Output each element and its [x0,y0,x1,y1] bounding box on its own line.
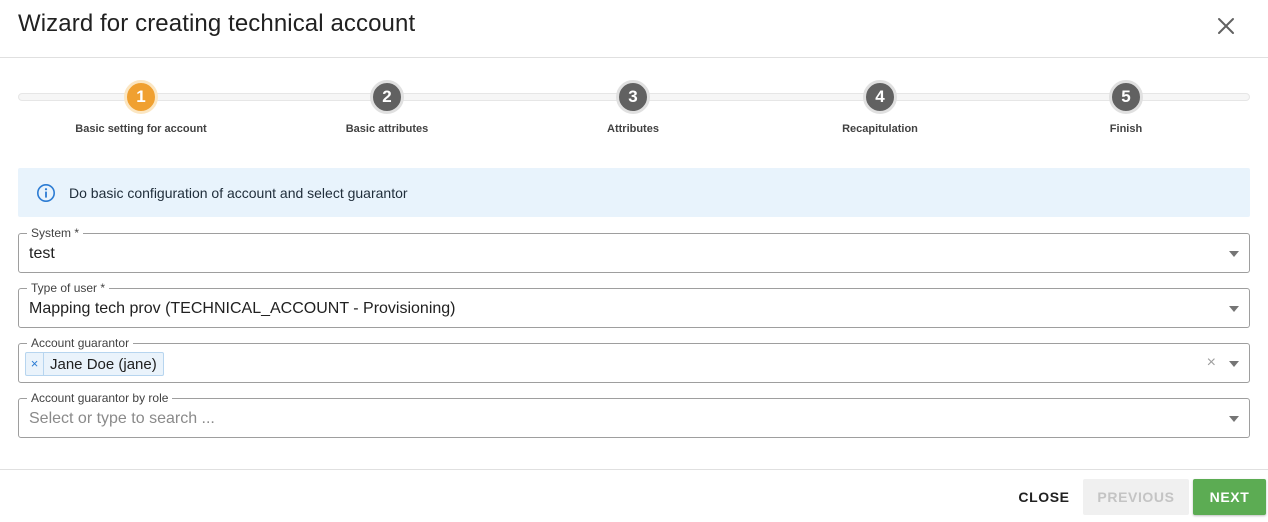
previous-button: PREVIOUS [1083,479,1189,515]
guarantor-chip: × Jane Doe (jane) [25,352,164,376]
dialog-header: Wizard for creating technical account [0,0,1268,58]
system-label: System * [27,226,84,240]
chip-label: Jane Doe (jane) [50,355,157,373]
dialog-title: Wizard for creating technical account [18,10,416,37]
chevron-down-icon[interactable] [1229,251,1239,257]
close-icon[interactable] [1212,12,1240,40]
close-button[interactable]: CLOSE [1012,479,1076,515]
step-label: Attributes [607,123,659,135]
step-label: Recapitulation [842,123,918,135]
system-value: test [29,245,55,262]
guarantor-role-select[interactable]: Account guarantor by role Select or type… [18,391,1250,438]
info-text: Do basic configuration of account and se… [69,185,408,201]
step-basic-attributes[interactable]: 2 Basic attributes [287,80,487,135]
chevron-down-icon[interactable] [1229,306,1239,312]
step-number: 4 [863,80,897,114]
user-type-select[interactable]: Type of user * Mapping tech prov (TECHNI… [18,281,1250,328]
step-label: Basic attributes [345,123,429,135]
guarantor-role-label: Account guarantor by role [27,391,173,405]
step-recapitulation[interactable]: 4 Recapitulation [780,80,980,135]
step-finish[interactable]: 5 Finish [1026,80,1226,135]
next-button[interactable]: NEXT [1193,479,1266,515]
chevron-down-icon[interactable] [1229,361,1239,367]
guarantor-role-placeholder[interactable]: Select or type to search ... [29,410,215,428]
step-attributes[interactable]: 3 Attributes [533,80,733,135]
step-label: Basic setting for account [75,123,207,135]
info-alert: Do basic configuration of account and se… [18,168,1250,217]
info-icon [36,183,56,203]
dialog-footer: CLOSE PREVIOUS NEXT [0,469,1268,522]
user-type-label: Type of user * [27,281,110,295]
chevron-down-icon[interactable] [1229,416,1239,422]
step-number: 5 [1109,80,1143,114]
guarantor-label: Account guarantor [27,336,134,350]
step-label: Finish [1109,123,1143,135]
guarantor-select[interactable]: Account guarantor × Jane Doe (jane) × [18,336,1250,383]
remove-chip-icon[interactable]: × [26,353,44,375]
step-number: 2 [370,80,404,114]
step-number: 3 [616,80,650,114]
system-select[interactable]: System * test [18,226,1250,273]
step-basic-setting[interactable]: 1 Basic setting for account [41,80,241,135]
user-type-value: Mapping tech prov (TECHNICAL_ACCOUNT - P… [29,300,456,317]
step-number: 1 [124,80,158,114]
clear-icon[interactable]: × [1207,354,1216,372]
wizard-stepper: 1 Basic setting for account 2 Basic attr… [18,80,1250,140]
